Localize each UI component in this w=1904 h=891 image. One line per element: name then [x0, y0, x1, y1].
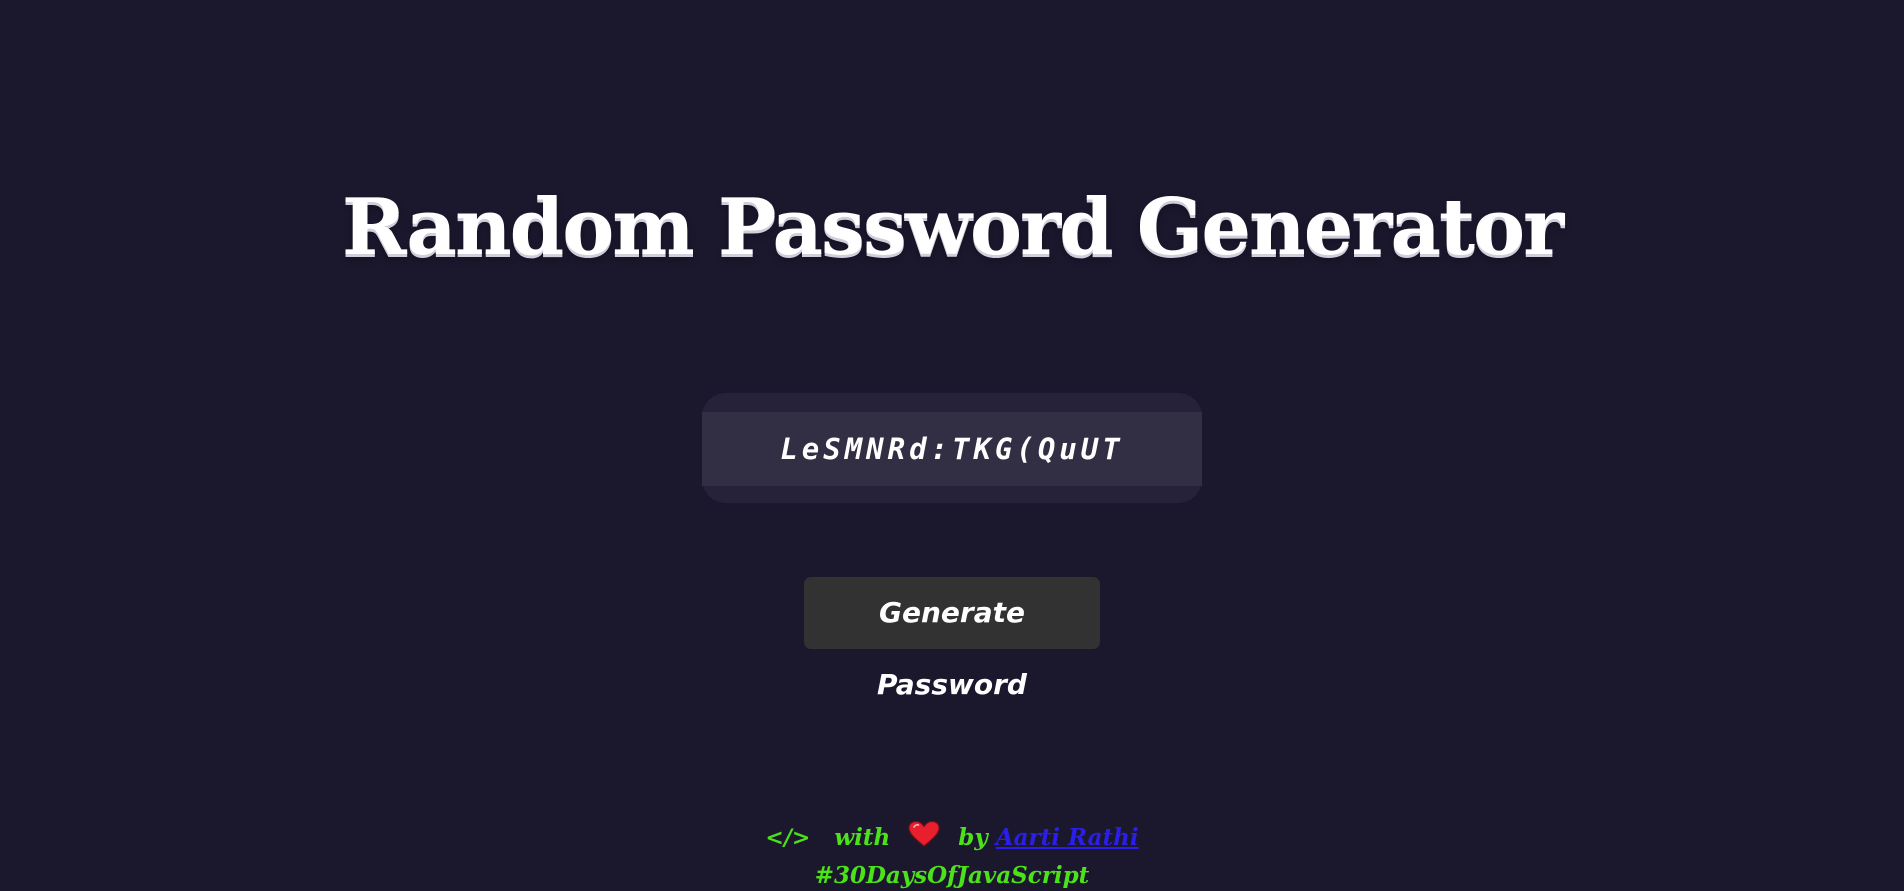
author-link[interactable]: Aarti Rathi: [996, 824, 1139, 851]
footer-credit-line: </> with by Aarti Rathi: [0, 820, 1904, 858]
code-icon: </>: [765, 825, 811, 851]
footer-by-text: by: [958, 824, 988, 851]
footer: </> with by Aarti Rathi #30DaysOfJavaScr…: [0, 820, 1904, 891]
heart-icon: [908, 820, 940, 858]
page-title: Random Password Generator: [341, 182, 1564, 273]
footer-with-text: with: [834, 824, 891, 851]
password-output[interactable]: LeSMNRd:TKG(QuUT: [702, 412, 1202, 486]
password-card: LeSMNRd:TKG(QuUT: [702, 393, 1202, 503]
footer-hashtag: #30DaysOfJavaScript: [814, 862, 1090, 889]
generate-password-button[interactable]: Generate Password: [804, 577, 1100, 701]
